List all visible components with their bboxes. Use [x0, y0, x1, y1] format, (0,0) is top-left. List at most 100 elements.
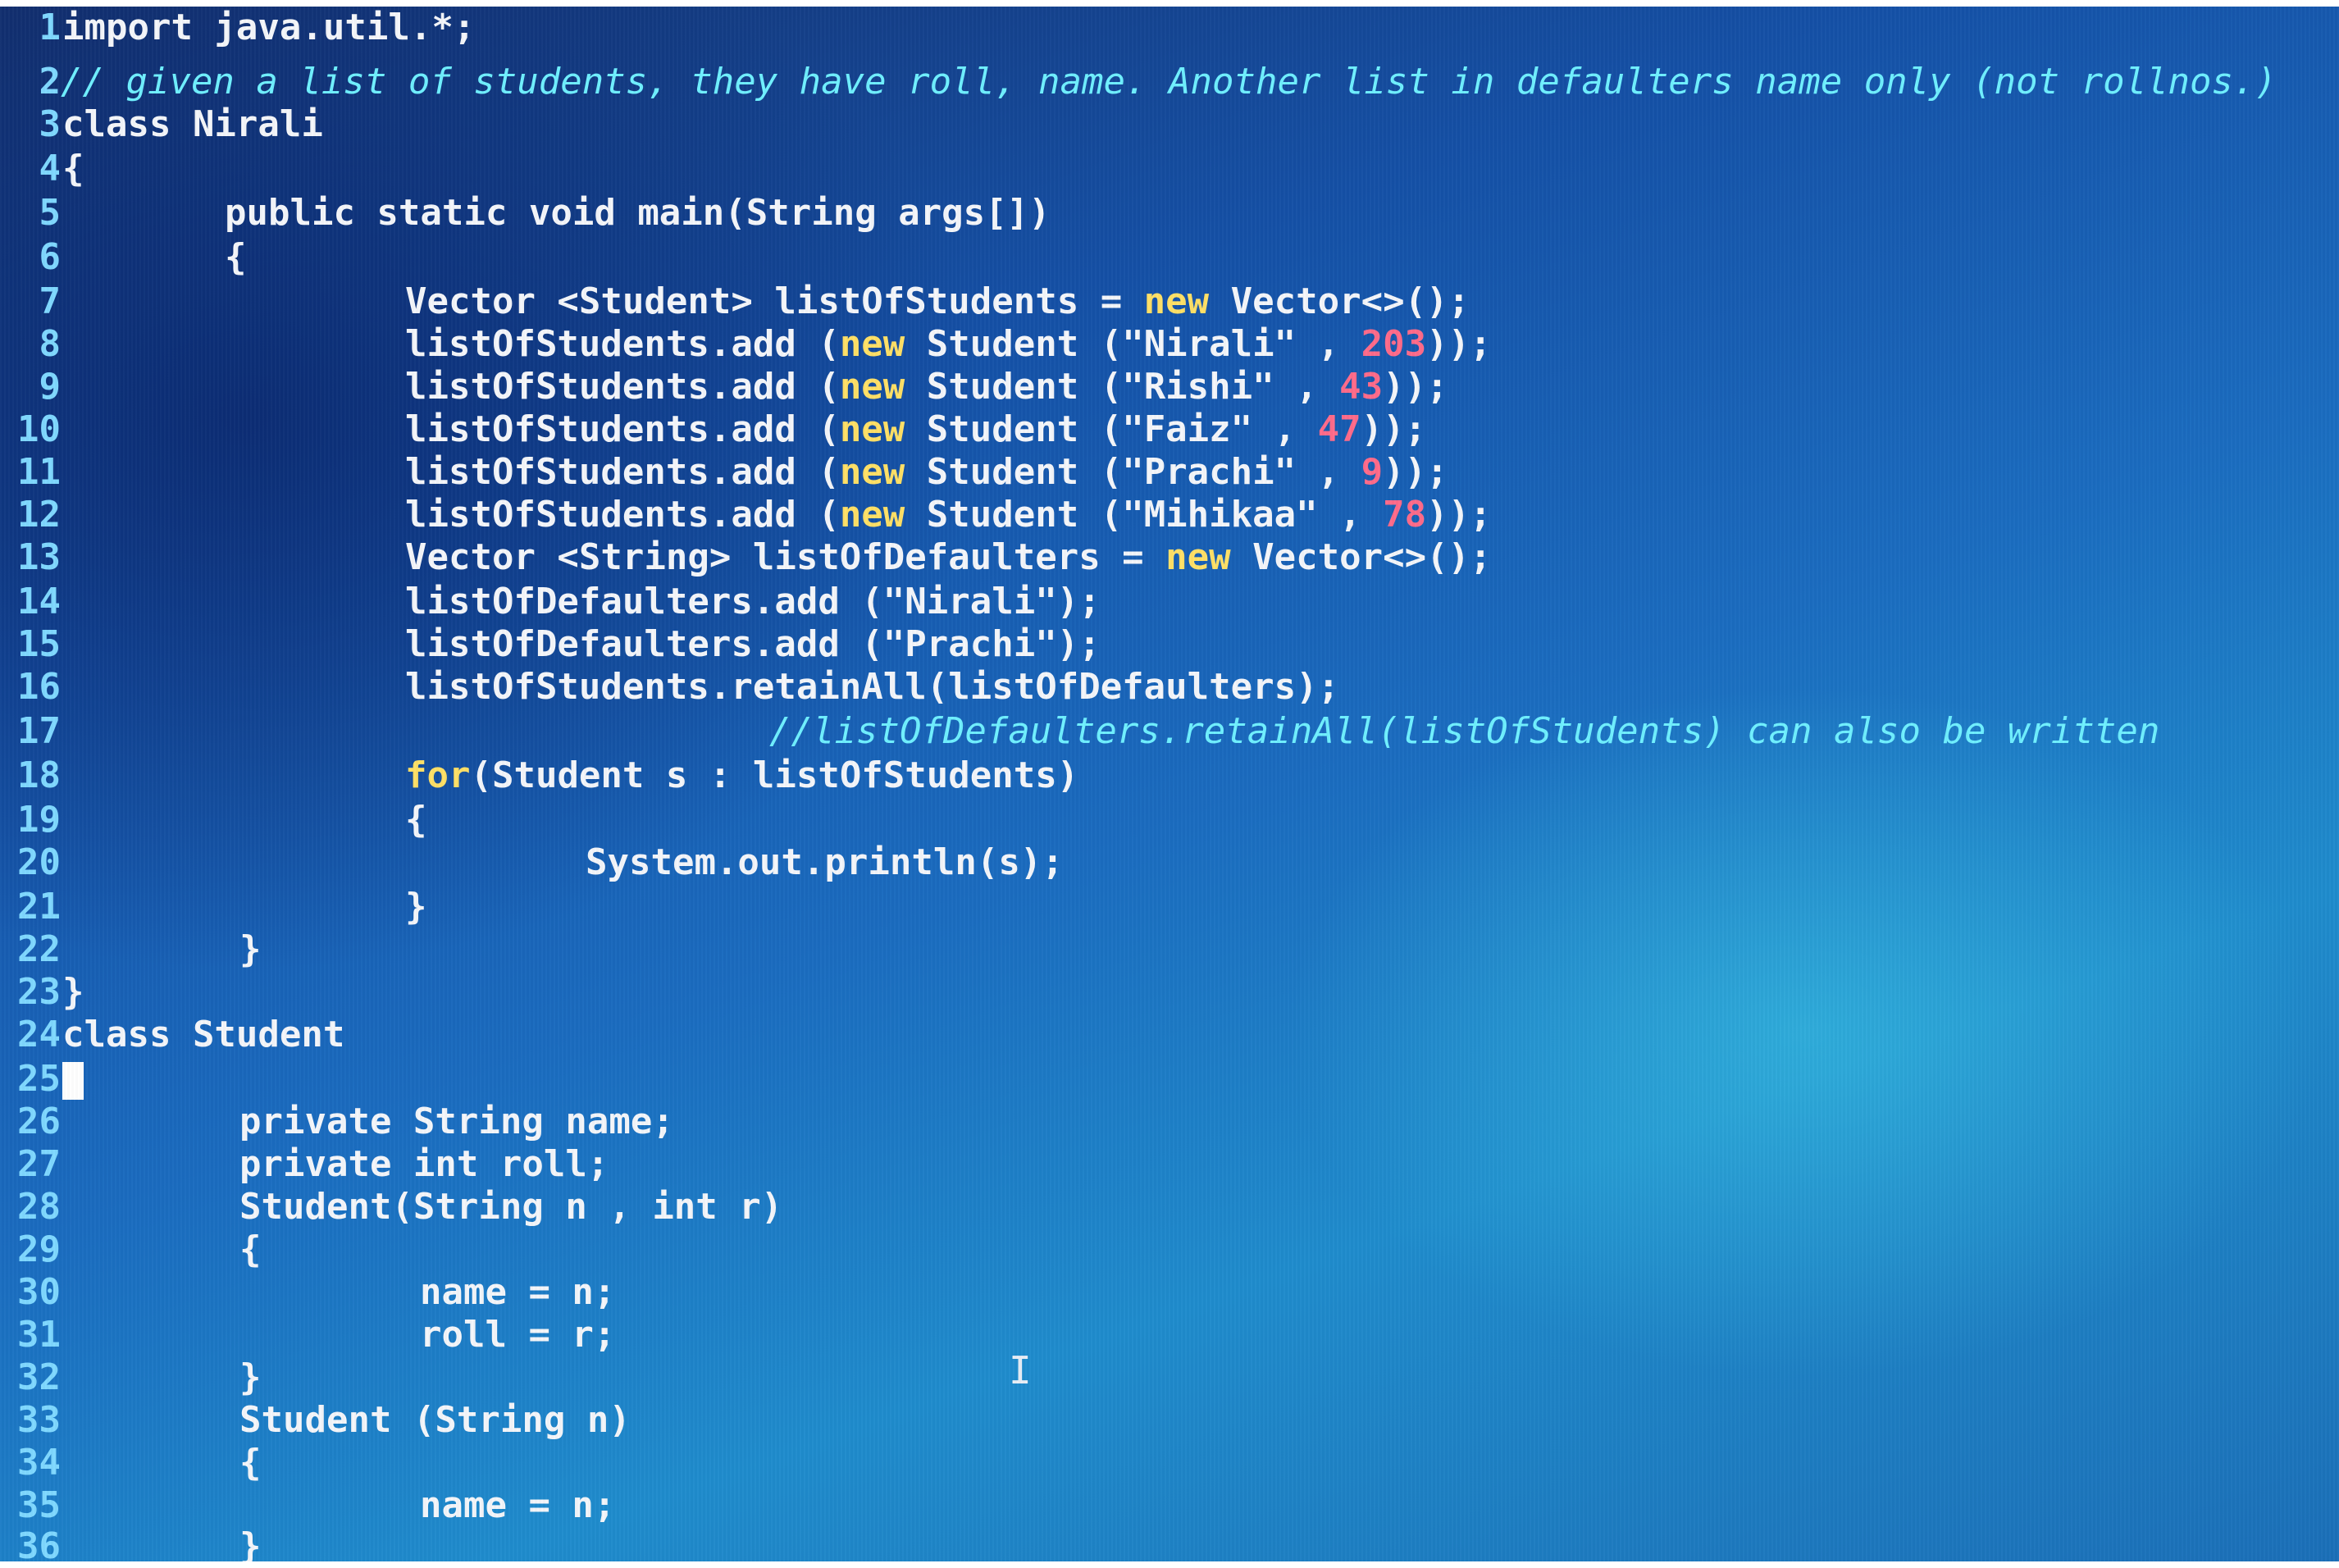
line-number: 18 — [17, 754, 61, 796]
keyword-new: new — [1165, 536, 1231, 578]
code-line-14: 14 listOfDefaulters.add ("Nirali"); — [0, 581, 2339, 623]
line-number: 16 — [17, 666, 61, 708]
code-text: Student ("Mihikaa" , — [905, 494, 1384, 536]
code-text: } — [62, 971, 84, 1013]
code-text: class Student — [62, 1014, 345, 1055]
line-number: 9 — [39, 366, 62, 408]
number-literal: 203 — [1361, 323, 1427, 365]
line-number: 29 — [17, 1228, 61, 1270]
code-text: import java.util.*; — [62, 7, 476, 48]
code-text: name = n; — [420, 1484, 616, 1526]
line-number: 33 — [17, 1399, 61, 1441]
code-line-28: 28 Student(String n , int r) — [0, 1186, 2339, 1228]
ibeam-cursor-icon: I — [1009, 1348, 1032, 1393]
keyword-new: new — [839, 408, 905, 450]
code-line-5: 5 public static void main(String args[]) — [0, 192, 2339, 235]
line-number: 13 — [17, 536, 61, 578]
code-text: Student ("Prachi" , — [905, 451, 1361, 493]
line-number: 23 — [17, 971, 61, 1013]
code-line-27: 27 private int roll; — [0, 1143, 2339, 1186]
code-line-8: 8 listOfStudents.add (new Student ("Niral… — [0, 323, 2339, 366]
code-line-12: 12 listOfStudents.add (new Student ("Mihi… — [0, 494, 2339, 536]
line-number: 20 — [17, 841, 61, 883]
code-text: )); — [1426, 323, 1492, 365]
code-line-13: 13 Vector <String> listOfDefaulters = new… — [0, 536, 2339, 579]
code-line-19: 19 { — [0, 799, 2339, 841]
code-text: listOfStudents.add ( — [405, 408, 840, 450]
code-text: listOfStudents.add ( — [405, 366, 840, 408]
code-line-18: 18 for(Student s : listOfStudents) — [0, 754, 2339, 797]
code-line-20: 20 System.out.println(s); — [0, 841, 2339, 884]
code-text: listOfStudents.add ( — [405, 451, 840, 493]
code-line-7: 7 Vector <Student> listOfStudents = new V… — [0, 280, 2339, 323]
line-number: 4 — [39, 148, 62, 189]
code-text: { — [405, 799, 427, 841]
code-line-30: 30 name = n; — [0, 1271, 2339, 1314]
line-number: 15 — [17, 623, 61, 665]
number-literal: 47 — [1317, 408, 1361, 450]
line-number: 10 — [17, 408, 61, 450]
code-text: listOfDefaulters.add ("Prachi"); — [405, 623, 1101, 665]
code-text: } — [239, 928, 262, 970]
code-text: private int roll; — [239, 1143, 609, 1185]
code-text: Student (String n) — [239, 1399, 631, 1441]
code-text: } — [239, 1356, 262, 1398]
code-text: roll = r; — [420, 1314, 616, 1356]
keyword-new: new — [839, 451, 905, 493]
line-number: 17 — [17, 710, 61, 752]
line-number: 21 — [17, 886, 61, 928]
number-literal: 78 — [1383, 494, 1427, 536]
line-number: 8 — [39, 323, 62, 365]
code-text: )); — [1383, 451, 1448, 493]
keyword-new: new — [1143, 280, 1210, 322]
code-text: System.out.println(s); — [586, 841, 1064, 883]
line-number: 25 — [17, 1058, 61, 1100]
keyword-new: new — [839, 366, 905, 408]
line-number: 28 — [17, 1186, 61, 1228]
code-text: (Student s : listOfStudents) — [470, 754, 1079, 796]
line-number: 19 — [17, 799, 61, 841]
code-line-26: 26 private String name; — [0, 1101, 2339, 1143]
code-line-32: 32} — [0, 1356, 2339, 1399]
code-text: )); — [1426, 494, 1492, 536]
code-text: private String name; — [239, 1101, 674, 1142]
code-text: { — [62, 148, 84, 189]
code-text: class Nirali — [62, 103, 323, 145]
code-text: { — [239, 1228, 262, 1270]
code-text: Vector<>(); — [1209, 280, 1470, 322]
code-text: { — [239, 1442, 262, 1484]
line-number: 26 — [17, 1101, 61, 1142]
line-number: 2 — [39, 61, 62, 103]
terminal-screen: 1import java.util.*; 2// given a list of… — [0, 7, 2339, 1561]
code-line-6: 6{ — [0, 236, 2339, 279]
code-text: Vector <String> listOfDefaulters = — [405, 536, 1166, 578]
code-text: Student ("Nirali" , — [905, 323, 1361, 365]
line-number: 24 — [17, 1014, 61, 1055]
code-line-17: 17 //listOfDefaulters.retainAll(listOfStu… — [0, 710, 2339, 753]
code-line-2: 2// given a list of students, they have … — [0, 61, 2339, 103]
line-number: 35 — [17, 1484, 61, 1526]
code-line-21: 21} — [0, 886, 2339, 928]
code-line-34: 34 { — [0, 1442, 2339, 1484]
code-text: listOfStudents.retainAll(listOfDefaulter… — [405, 666, 1340, 708]
keyword-new: new — [839, 323, 905, 365]
code-line-24: 24class Student — [0, 1014, 2339, 1056]
line-number: 14 — [17, 581, 61, 622]
code-text: } — [405, 886, 427, 928]
line-number: 1 — [39, 7, 62, 48]
code-text: Student ("Faiz" , — [905, 408, 1318, 450]
code-line-23: 23} — [0, 971, 2339, 1014]
line-number: 34 — [17, 1442, 61, 1484]
code-line-36: 36} — [0, 1525, 2339, 1561]
line-number: 32 — [17, 1356, 61, 1398]
line-number: 12 — [17, 494, 61, 536]
code-line-15: 15 listOfDefaulters.add ("Prachi"); — [0, 623, 2339, 666]
code-line-25: 25 — [0, 1058, 2339, 1101]
code-text: listOfStudents.add ( — [405, 323, 840, 365]
code-text: Student ("Rishi" , — [905, 366, 1340, 408]
line-number: 11 — [17, 451, 61, 493]
code-editor[interactable]: 1import java.util.*; 2// given a list of… — [0, 7, 2339, 1561]
code-comment: //listOfDefaulters.retainAll(listOfStude… — [769, 710, 2160, 752]
code-line-31: 31 roll = r; — [0, 1314, 2339, 1356]
line-number: 31 — [17, 1314, 61, 1356]
